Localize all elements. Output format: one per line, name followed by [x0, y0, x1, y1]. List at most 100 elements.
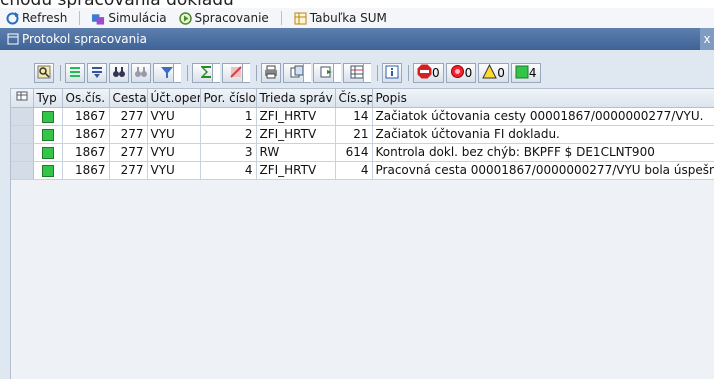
print-button[interactable]: [261, 63, 281, 83]
layout-dropdown-arrow[interactable]: [363, 64, 371, 82]
uct-oper-cell: VYU: [147, 143, 201, 162]
row-selector[interactable]: [11, 161, 34, 180]
trieda-cell: ZFI_HRTV: [256, 107, 336, 126]
toolbar-separator: [187, 65, 188, 81]
column-header-os-cis[interactable]: Os.čís.: [62, 89, 110, 108]
green-light-icon: [41, 146, 54, 159]
close-button[interactable]: x: [700, 28, 714, 50]
refresh-button[interactable]: Refresh: [0, 9, 73, 27]
status-cell: [33, 125, 63, 144]
os-cis-cell: 1867: [62, 143, 110, 162]
info-button[interactable]: [382, 63, 402, 83]
sum-table-label: Tabuľka SUM: [309, 11, 387, 25]
filter-icon: [160, 64, 174, 83]
sum-table-button[interactable]: Tabuľka SUM: [288, 9, 393, 27]
views-icon: [290, 64, 304, 83]
select-all-icon[interactable]: [11, 89, 34, 108]
toolbar-separator: [408, 65, 409, 81]
trieda-cell: ZFI_HRTV: [256, 161, 336, 180]
cis-sp-cell: 21: [335, 125, 373, 144]
magnifier-icon: [37, 64, 51, 83]
views-dropdown-arrow[interactable]: [303, 64, 311, 82]
success-icon: [515, 65, 529, 82]
cis-sp-cell: 4: [335, 161, 373, 180]
details-button[interactable]: [34, 63, 54, 83]
export-icon: [320, 64, 334, 83]
por-cislo-cell: 3: [200, 143, 257, 162]
stop-count: 0: [432, 66, 440, 80]
simulation-label: Simulácia: [108, 11, 167, 25]
sort-ascending-icon: [68, 64, 82, 83]
sigma-icon: [199, 64, 213, 83]
export-dropdown-arrow[interactable]: [333, 64, 341, 82]
success-count: 4: [528, 66, 537, 80]
find-next-icon: [134, 64, 148, 83]
layout-button[interactable]: [343, 63, 371, 83]
alv-toolbar: 0 0 0 4: [34, 62, 543, 84]
subtotal-icon: [229, 64, 243, 83]
table-row[interactable]: 1867 277 VYU 3 RW 614 Kontrola dokl. bez…: [11, 143, 714, 162]
simulation-button[interactable]: Simulácia: [86, 9, 172, 27]
popis-cell: Kontrola dokl. bez chýb: BKPFF $ DE1CLNT…: [372, 143, 714, 162]
filter-dropdown-arrow[interactable]: [173, 64, 181, 82]
application-toolbar: Refresh Simulácia Spracovanie Tabuľka SU…: [0, 8, 714, 28]
views-button[interactable]: [283, 63, 311, 83]
success-messages-filter[interactable]: 4: [510, 63, 541, 83]
column-header-trieda[interactable]: Trieda správ: [256, 89, 336, 108]
find-next-button[interactable]: [131, 63, 151, 83]
os-cis-cell: 1867: [62, 107, 110, 126]
message-grid: Typ Os.čís. Cesta Účt.oper Por. číslo Tr…: [10, 88, 714, 379]
subtotal-dropdown-arrow[interactable]: [242, 64, 250, 82]
total-button[interactable]: [192, 63, 220, 83]
column-header-cis-sp[interactable]: Čís.sp.: [335, 89, 373, 108]
status-cell: [33, 107, 63, 126]
column-header-cesta[interactable]: Cesta: [109, 89, 148, 108]
column-header-uct-oper[interactable]: Účt.oper: [147, 89, 201, 108]
popis-cell: Začiatok účtovania cesty 00001867/000000…: [372, 107, 714, 126]
export-button[interactable]: [313, 63, 341, 83]
column-header-popis[interactable]: Popis: [372, 89, 714, 108]
uct-oper-cell: VYU: [147, 107, 201, 126]
find-button[interactable]: [109, 63, 129, 83]
sort-ascending-button[interactable]: [65, 63, 85, 83]
dialog-title: Protokol spracovania: [22, 32, 147, 46]
stop-messages-filter[interactable]: 0: [413, 63, 444, 83]
table-row[interactable]: 1867 277 VYU 1 ZFI_HRTV 14 Začiatok účto…: [11, 107, 714, 126]
error-icon: [450, 64, 465, 82]
simulation-icon: [92, 12, 105, 25]
sort-descending-icon: [90, 64, 104, 83]
row-selector[interactable]: [11, 125, 34, 144]
warning-count: 0: [497, 66, 505, 80]
toolbar-separator: [60, 65, 61, 81]
trieda-cell: ZFI_HRTV: [256, 125, 336, 144]
printer-icon: [264, 64, 278, 83]
column-header-por-cislo[interactable]: Por. číslo: [200, 89, 257, 108]
row-selector[interactable]: [11, 107, 34, 126]
table-row[interactable]: 1867 277 VYU 4 ZFI_HRTV 4 Pracovná cesta…: [11, 161, 714, 180]
subtotal-button[interactable]: [222, 63, 250, 83]
stop-icon: [417, 64, 432, 82]
toolbar-separator: [256, 65, 257, 81]
processing-button[interactable]: Spracovanie: [173, 9, 275, 27]
warning-messages-filter[interactable]: 0: [478, 63, 509, 83]
filter-button[interactable]: [153, 63, 181, 83]
popis-cell: Začiatok účtovania FI dokladu.: [372, 125, 714, 144]
green-light-icon: [41, 164, 54, 177]
cesta-cell: 277: [109, 107, 148, 126]
error-messages-filter[interactable]: 0: [445, 63, 477, 83]
sort-descending-button[interactable]: [87, 63, 107, 83]
toolbar-separator: [79, 11, 81, 25]
error-count: 0: [464, 66, 473, 80]
info-icon: [385, 64, 399, 83]
table-row[interactable]: 1867 277 VYU 2 ZFI_HRTV 21 Začiatok účto…: [11, 125, 714, 144]
row-selector[interactable]: [11, 143, 34, 162]
warning-icon: [482, 63, 498, 82]
toolbar-separator: [280, 11, 282, 25]
table-header-row: Typ Os.čís. Cesta Účt.oper Por. číslo Tr…: [11, 89, 714, 108]
refresh-label: Refresh: [22, 11, 68, 25]
column-header-typ[interactable]: Typ: [33, 89, 63, 108]
dialog-window-icon: [6, 33, 19, 46]
table-icon: [294, 12, 307, 25]
total-dropdown-arrow[interactable]: [212, 64, 220, 82]
dialog-body: 0 0 0 4 Typ Os.čís. Cesta Účt.oper Por. …: [0, 50, 714, 379]
